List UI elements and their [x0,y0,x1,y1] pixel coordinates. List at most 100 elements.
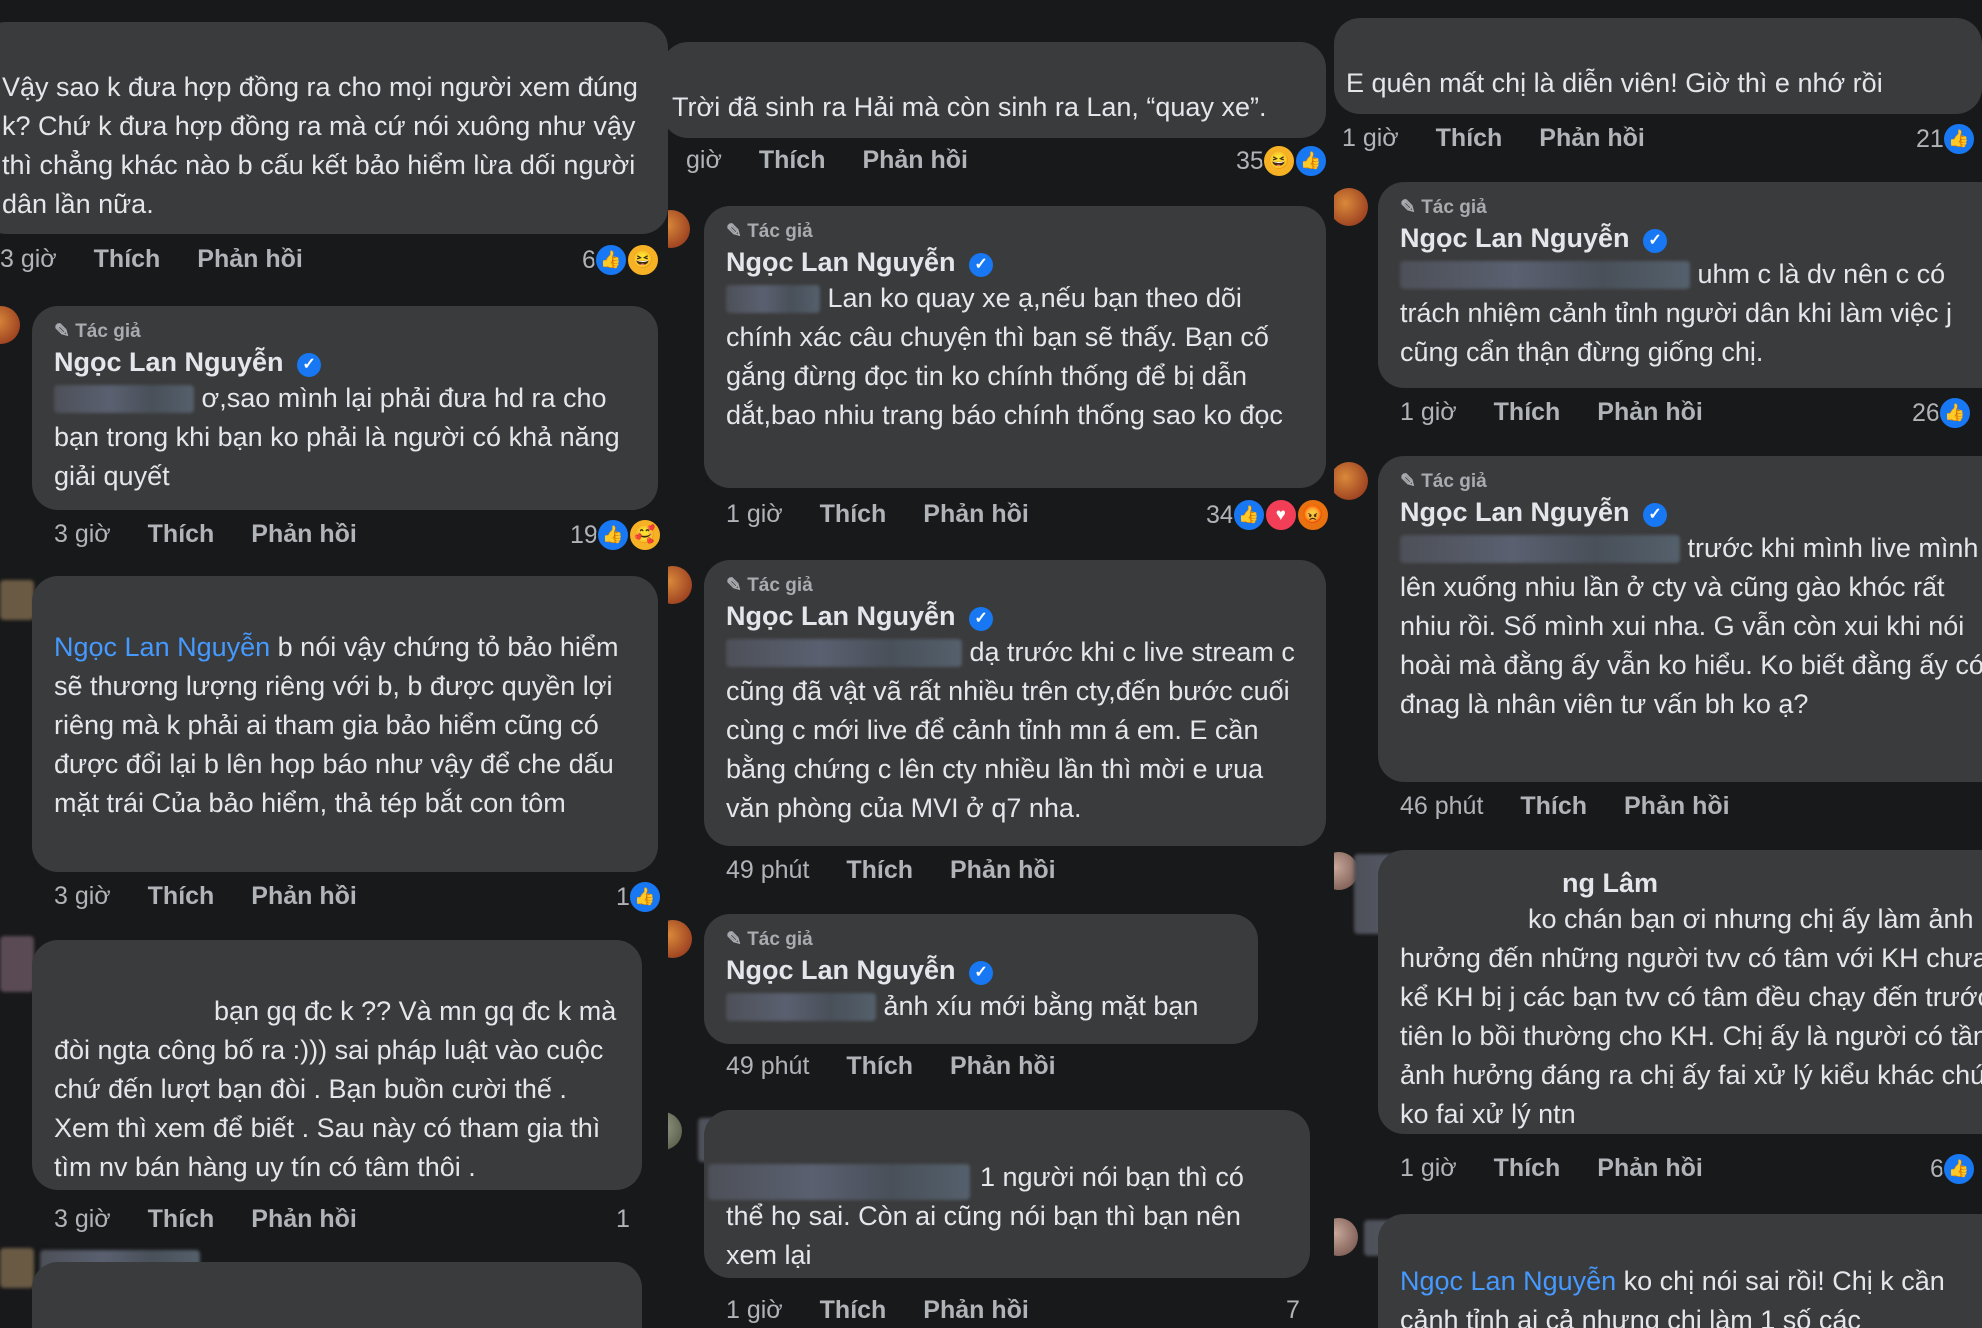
reaction-summary[interactable]: 1 [616,1205,630,1234]
redacted-mention [54,385,194,413]
reply-button[interactable]: Phản hồi [923,1296,1029,1324]
pencil-icon: ✎ [726,221,742,242]
reply-button[interactable]: Phản hồi [197,245,303,273]
author-badge: ✎ Tác giả [1400,197,1487,218]
comment-time: 46 phút [1400,792,1484,820]
comment-column-3: E quên mất chị là diễn viên! Giờ thì e n… [1334,0,1982,1328]
reaction-summary[interactable]: 26 👍 [1912,396,1972,430]
comment-time: 49 phút [726,1052,810,1080]
like-reaction-icon: 👍 [1941,122,1976,156]
avatar[interactable] [668,210,690,248]
comment-time: 1 giờ [1400,1154,1457,1182]
like-button[interactable]: Thích [148,520,215,548]
comment-text: Lan ko quay xe ạ,nếu bạn theo dõi chính … [726,283,1283,430]
comment-text: trước khi mình live mình lên xuống nhiu … [1400,533,1982,719]
commenter-name[interactable]: Ngọc Lan Nguyễn ✓ [726,245,1304,279]
reaction-count: 21 [1916,124,1944,153]
comment-actions: 1 giờ Thích Phản hồi [726,500,1059,529]
reaction-summary[interactable]: 19 👍 🥰 [570,518,662,552]
commenter-name[interactable]: Ngọc Lan Nguyễn ✓ [54,345,636,379]
like-button[interactable]: Thích [846,856,913,884]
comment-text: bạn gq đc k ?? Và mn gq đc k mà đòi ngta… [54,996,617,1182]
author-badge: ✎ Tác giả [54,321,141,342]
comment-column-1: Vậy sao k đưa hợp đồng ra cho mọi người … [0,0,668,1328]
comment-bubble [32,1262,642,1328]
reply-button[interactable]: Phản hồi [251,520,357,548]
verified-badge-icon: ✓ [297,353,322,377]
reaction-summary[interactable]: 7 [1286,1296,1300,1325]
like-button[interactable]: Thích [148,1205,215,1233]
comment-actions: 3 giờ Thích Phản hồi [0,245,333,274]
commenter-name[interactable]: Ngọc Lan Nguyễn ✓ [1400,221,1982,255]
reply-button[interactable]: Phản hồi [1597,398,1703,426]
comment-actions: 1 giờ Thích Phản hồi [1400,398,1733,427]
like-button[interactable]: Thích [1436,124,1503,152]
reaction-summary[interactable]: 21 👍 [1916,122,1976,156]
commenter-name[interactable]: Ngọc Lan Nguyễn ✓ [1400,495,1982,529]
verified-badge-icon: ✓ [969,961,994,985]
like-button[interactable]: Thích [820,500,887,528]
avatar[interactable] [1334,188,1368,226]
haha-reaction-icon: 😆 [625,243,660,277]
avatar[interactable] [1334,462,1368,500]
reaction-summary[interactable]: 35 😆 👍 [1236,144,1328,178]
comment-actions: 3 giờ Thích Phản hồi [54,882,387,911]
like-reaction-icon: 👍 [1941,1152,1976,1186]
like-button[interactable]: Thích [820,1296,887,1324]
like-button[interactable]: Thích [94,245,161,273]
reply-button[interactable]: Phản hồi [923,500,1029,528]
like-button[interactable]: Thích [759,146,826,174]
comment-time: 1 giờ [1342,124,1399,152]
reaction-count: 26 [1912,398,1940,427]
reaction-summary[interactable]: 6 👍 [1930,1152,1976,1186]
like-button[interactable]: Thích [1520,792,1587,820]
comment-text: ơ,sao mình lại phải đưa hd ra cho bạn tr… [54,383,620,491]
reply-button[interactable]: Phản hồi [251,1205,357,1233]
comment-bubble: Trời đã sinh ra Hải mà còn sinh ra Lan, … [668,42,1326,138]
avatar[interactable] [0,306,20,344]
commenter-name[interactable]: ng Lâm [1400,866,1982,900]
reply-button[interactable]: Phản hồi [950,856,1056,884]
like-button[interactable]: Thích [846,1052,913,1080]
reaction-summary[interactable]: 34 👍 ♥ 😡 [1206,498,1330,532]
author-badge: ✎ Tác giả [726,575,813,596]
comment-time: 1 giờ [1400,398,1457,426]
comment-time: 49 phút [726,856,810,884]
comment-bubble: ✎ Tác giả Ngọc Lan Nguyễn ✓ dạ trước khi… [704,560,1326,846]
comment-text: Ngọc Lan Nguyễn b nói vậy chứng tỏ bảo h… [54,632,619,818]
reaction-count: 35 [1236,146,1264,175]
commenter-name[interactable]: Ngọc Lan Nguyễn ✓ [726,953,1236,987]
like-button[interactable]: Thích [1494,398,1561,426]
comment-actions: 1 giờ Thích Phản hồi [1400,1154,1733,1183]
comment-bubble: ✎ Tác giả Ngọc Lan Nguyễn ✓ ơ,sao mình l… [32,306,658,510]
reply-button[interactable]: Phản hồi [1539,124,1645,152]
comment-bubble: Ngọc Lan Nguyễn ko chị nói sai rồi! Chị … [1378,1214,1982,1328]
reply-button[interactable]: Phản hồi [251,882,357,910]
avatar[interactable] [668,1112,682,1150]
like-button[interactable]: Thích [148,882,215,910]
reply-button[interactable]: Phản hồi [1624,792,1730,820]
reply-button[interactable]: Phản hồi [950,1052,1056,1080]
redacted-mention [1400,535,1680,563]
comment-bubble: ✎ Tác giả Ngọc Lan Nguyễn ✓ ảnh xíu mới … [704,914,1258,1044]
avatar[interactable] [1334,1218,1358,1256]
comment-text: ko chán bạn ơi nhưng chị ấy làm ảnh hưởn… [1400,904,1982,1129]
redacted-mention [726,639,962,667]
reaction-count: 1 [616,1205,630,1233]
author-badge: ✎ Tác giả [726,221,813,242]
author-badge: ✎ Tác giả [726,929,813,950]
verified-badge-icon: ✓ [969,253,994,277]
avatar[interactable] [668,566,692,604]
reply-button[interactable]: Phản hồi [1597,1154,1703,1182]
mention-link[interactable]: Ngọc Lan Nguyễn [54,632,270,662]
reaction-summary[interactable]: 6 👍 😆 [582,243,660,277]
like-button[interactable]: Thích [1494,1154,1561,1182]
comment-time: 3 giờ [54,520,111,548]
reaction-summary[interactable]: 1 👍 [616,880,662,914]
mention-link[interactable]: Ngọc Lan Nguyễn [1400,1266,1616,1296]
commenter-name[interactable]: Ngọc Lan Nguyễn ✓ [726,599,1304,633]
reply-button[interactable]: Phản hồi [862,146,968,174]
verified-badge-icon: ✓ [969,607,994,631]
comment-bubble: ✎ Tác giả Ngọc Lan Nguyễn ✓ Lan ko quay … [704,206,1326,488]
avatar[interactable] [668,920,692,958]
